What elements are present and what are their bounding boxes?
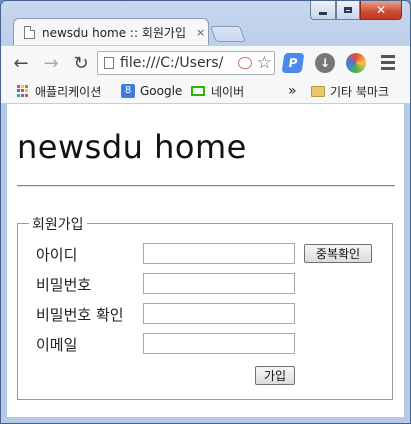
translate-icon[interactable]: [238, 57, 252, 69]
naver-icon: [191, 86, 205, 96]
back-button[interactable]: ←: [9, 51, 33, 75]
colorpicker-extension-icon[interactable]: [346, 53, 366, 73]
bookmark-label: Google: [140, 84, 183, 98]
bookmark-label: 네이버: [211, 84, 245, 99]
new-tab-button[interactable]: [210, 26, 246, 42]
signup-fieldset: 회원가입 아이디 중복확인 비밀번호 비밀번호 확인 이메일 가입: [17, 214, 393, 400]
page-icon: [104, 57, 114, 69]
password-input[interactable]: [143, 273, 295, 294]
divider: [17, 185, 395, 187]
pushbullet-extension-icon[interactable]: P: [281, 53, 305, 73]
bookmark-google[interactable]: 8 Google: [121, 82, 182, 100]
forward-arrow-icon: →: [43, 52, 59, 74]
close-window-button[interactable]: ✕: [360, 1, 402, 20]
url-text: file:///C:/Users/: [120, 55, 224, 71]
page-content: newsdu home 회원가입 아이디 중복확인 비밀번호 비밀번호 확인 이…: [1, 104, 410, 423]
star-icon[interactable]: ☆: [257, 53, 272, 73]
forward-button[interactable]: →: [39, 51, 63, 75]
google-icon: 8: [121, 84, 135, 98]
window-controls: ✕: [310, 1, 402, 20]
password-confirm-input[interactable]: [143, 303, 295, 324]
signup-legend: 회원가입: [29, 214, 87, 234]
folder-icon: [311, 85, 325, 97]
back-arrow-icon: ←: [13, 52, 29, 74]
bookmark-label: 애플리케이션: [35, 84, 102, 99]
download-extension-icon[interactable]: ↓: [315, 53, 335, 73]
password-label: 비밀번호: [36, 276, 92, 294]
tab-title: newsdu home :: 회원가입: [42, 26, 186, 40]
submit-button[interactable]: 가입: [255, 366, 295, 385]
bookmarks-bar: 애플리케이션 8 Google 네이버 » 기타 북마크: [1, 79, 410, 104]
browser-tab[interactable]: newsdu home :: 회원가입 ×: [13, 18, 209, 46]
userid-label: 아이디: [36, 246, 78, 264]
reload-icon: ↻: [73, 52, 89, 74]
userid-input[interactable]: [143, 243, 295, 264]
document-icon: [24, 26, 35, 39]
close-icon: ✕: [375, 3, 387, 17]
email-input[interactable]: [143, 333, 295, 354]
browser-window: ✕ newsdu home :: 회원가입 × ← → ↻ file:///C:…: [0, 0, 411, 424]
tab-close-icon[interactable]: ×: [196, 26, 205, 39]
minimize-icon: [319, 11, 327, 15]
menu-icon[interactable]: [381, 55, 395, 73]
bookmark-overflow-button[interactable]: »: [288, 82, 297, 100]
toolbar: ← → ↻ file:///C:/Users/ ☆ P ↓: [1, 45, 410, 80]
maximize-icon: [344, 7, 352, 13]
password-confirm-label: 비밀번호 확인: [36, 306, 124, 324]
apps-icon: [17, 85, 29, 97]
bookmark-other[interactable]: 기타 북마크: [311, 82, 389, 100]
bookmark-apps[interactable]: 애플리케이션: [17, 82, 101, 100]
bookmark-label: 기타 북마크: [330, 84, 390, 99]
duplicate-check-button[interactable]: 중복확인: [304, 244, 372, 263]
email-label: 이메일: [36, 336, 78, 354]
page-title: newsdu home: [17, 128, 247, 166]
reload-button[interactable]: ↻: [69, 51, 93, 75]
maximize-button[interactable]: [336, 1, 360, 20]
address-bar[interactable]: file:///C:/Users/ ☆: [97, 51, 275, 75]
minimize-button[interactable]: [310, 1, 336, 20]
bookmark-naver[interactable]: 네이버: [191, 82, 244, 100]
